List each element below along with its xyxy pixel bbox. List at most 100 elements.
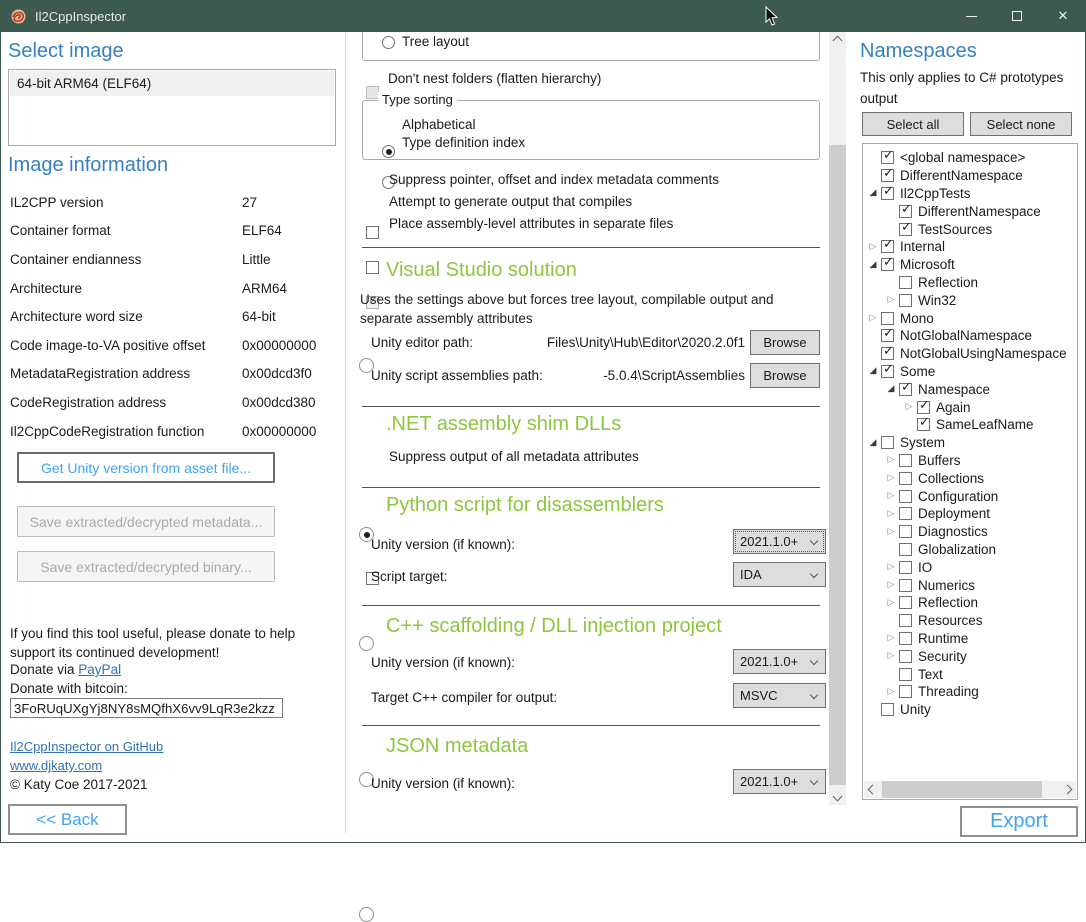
- unity-editor-path-value[interactable]: Files\Unity\Hub\Editor\2020.2.0f1: [490, 335, 745, 350]
- expand-icon[interactable]: ▷: [883, 488, 899, 504]
- namespace-checkbox[interactable]: [881, 312, 894, 325]
- image-list-item[interactable]: 64-bit ARM64 (ELF64): [10, 71, 334, 96]
- tree-item[interactable]: ▷Internal: [863, 238, 1077, 256]
- collapse-icon[interactable]: ◢: [865, 257, 881, 273]
- expand-icon[interactable]: ▷: [883, 559, 899, 575]
- scrollbar-thumb[interactable]: [882, 781, 1042, 798]
- namespace-checkbox[interactable]: [899, 614, 912, 627]
- namespace-checkbox[interactable]: [899, 205, 912, 218]
- tree-item[interactable]: ▷Runtime: [863, 630, 1077, 648]
- compilable-output-checkbox[interactable]: [366, 261, 379, 274]
- select-none-button[interactable]: Select none: [970, 112, 1072, 136]
- namespace-checkbox[interactable]: [899, 276, 912, 289]
- namespace-checkbox[interactable]: [899, 507, 912, 520]
- collapse-icon[interactable]: ◢: [865, 185, 881, 201]
- expand-icon[interactable]: ▷: [883, 630, 899, 646]
- scrollbar-thumb[interactable]: [829, 145, 846, 785]
- export-button[interactable]: Export: [960, 806, 1078, 837]
- tree-item[interactable]: ▷Diagnostics: [863, 523, 1077, 541]
- browse-assemblies-path-button[interactable]: Browse: [750, 363, 820, 388]
- python-script-radio[interactable]: [359, 636, 374, 651]
- output-panel-scrollbar[interactable]: [829, 32, 846, 805]
- namespace-checkbox[interactable]: [899, 668, 912, 681]
- github-link[interactable]: Il2CppInspector on GitHub: [10, 739, 163, 754]
- tree-item[interactable]: Reflection: [863, 274, 1077, 292]
- browse-editor-path-button[interactable]: Browse: [750, 330, 820, 355]
- namespace-checkbox[interactable]: [881, 151, 894, 164]
- expand-icon[interactable]: ▷: [865, 239, 881, 255]
- namespace-checkbox[interactable]: [899, 596, 912, 609]
- namespace-tree[interactable]: <global namespace>DifferentNamespace◢Il2…: [862, 143, 1078, 800]
- tree-item[interactable]: Text: [863, 665, 1077, 683]
- namespace-checkbox[interactable]: [899, 472, 912, 485]
- scroll-right-button[interactable]: [1059, 781, 1076, 798]
- tree-item[interactable]: Resources: [863, 612, 1077, 630]
- expand-icon[interactable]: ▷: [883, 577, 899, 593]
- expand-icon[interactable]: ▷: [883, 648, 899, 664]
- tree-item[interactable]: ◢Some: [863, 363, 1077, 381]
- suppress-metadata-comments-checkbox[interactable]: [366, 226, 379, 239]
- tree-item[interactable]: NotGlobalUsingNamespace: [863, 345, 1077, 363]
- namespace-checkbox[interactable]: [881, 347, 894, 360]
- namespace-checkbox[interactable]: [881, 329, 894, 342]
- expand-icon[interactable]: ▷: [883, 684, 899, 700]
- namespace-checkbox[interactable]: [899, 383, 912, 396]
- expand-icon[interactable]: ▷: [883, 524, 899, 540]
- close-button[interactable]: ✕: [1040, 0, 1086, 32]
- cpp-unity-version-dropdown[interactable]: 2021.1.0+: [733, 649, 826, 674]
- tree-item[interactable]: ▷Mono: [863, 309, 1077, 327]
- tree-item[interactable]: Unity: [863, 701, 1077, 719]
- expand-icon[interactable]: ▷: [883, 595, 899, 611]
- image-listbox[interactable]: 64-bit ARM64 (ELF64): [8, 69, 336, 146]
- script-target-dropdown[interactable]: IDA: [733, 562, 826, 587]
- json-metadata-radio[interactable]: [359, 907, 374, 922]
- namespace-checkbox[interactable]: [899, 490, 912, 503]
- namespace-checkbox[interactable]: [899, 454, 912, 467]
- namespace-checkbox[interactable]: [899, 294, 912, 307]
- website-link[interactable]: www.djkaty.com: [10, 758, 102, 773]
- expand-icon[interactable]: ▷: [883, 452, 899, 468]
- namespace-checkbox[interactable]: [899, 650, 912, 663]
- paypal-link[interactable]: PayPal: [78, 662, 121, 677]
- scroll-down-button[interactable]: [829, 788, 846, 805]
- tree-item[interactable]: ▷Win32: [863, 291, 1077, 309]
- python-unity-version-dropdown[interactable]: 2021.1.0+: [733, 529, 826, 554]
- collapse-icon[interactable]: ◢: [865, 363, 881, 379]
- namespace-checkbox[interactable]: [899, 685, 912, 698]
- tree-item[interactable]: ▷Buffers: [863, 452, 1077, 470]
- bitcoin-address-input[interactable]: 3FoRUqUXgYj8NY8sMQfhX6vv9LqR3e2kzz: [10, 698, 283, 718]
- namespace-checkbox[interactable]: [899, 543, 912, 556]
- expand-icon[interactable]: ▷: [901, 399, 917, 415]
- tree-item[interactable]: ◢Namespace: [863, 380, 1077, 398]
- expand-icon[interactable]: ▷: [883, 292, 899, 308]
- namespace-checkbox[interactable]: [881, 258, 894, 271]
- namespace-checkbox[interactable]: [917, 418, 930, 431]
- expand-icon[interactable]: ▷: [865, 310, 881, 326]
- tree-item[interactable]: DifferentNamespace: [863, 202, 1077, 220]
- namespace-checkbox[interactable]: [899, 632, 912, 645]
- tree-item[interactable]: Globalization: [863, 541, 1077, 559]
- tree-item[interactable]: ◢Il2CppTests: [863, 185, 1077, 203]
- tree-item[interactable]: ▷Configuration: [863, 487, 1077, 505]
- tree-item[interactable]: ▷IO: [863, 558, 1077, 576]
- tree-item[interactable]: ▷Reflection: [863, 594, 1077, 612]
- namespace-checkbox[interactable]: [899, 579, 912, 592]
- tree-item[interactable]: ▷Threading: [863, 683, 1077, 701]
- scroll-up-button[interactable]: [829, 32, 846, 49]
- collapse-icon[interactable]: ◢: [883, 381, 899, 397]
- namespace-checkbox[interactable]: [899, 525, 912, 538]
- cpp-compiler-dropdown[interactable]: MSVC: [733, 683, 826, 708]
- tree-item[interactable]: ▷Again: [863, 398, 1077, 416]
- namespace-checkbox[interactable]: [881, 703, 894, 716]
- script-assemblies-path-value[interactable]: -5.0.4\ScriptAssemblies: [490, 368, 745, 383]
- tree-item[interactable]: ▷Deployment: [863, 505, 1077, 523]
- namespace-checkbox[interactable]: [899, 223, 912, 236]
- namespace-checkbox[interactable]: [881, 187, 894, 200]
- namespace-checkbox[interactable]: [881, 169, 894, 182]
- tree-layout-radio[interactable]: [382, 36, 395, 49]
- tree-item[interactable]: ◢Microsoft: [863, 256, 1077, 274]
- maximize-button[interactable]: [994, 0, 1040, 32]
- select-all-button[interactable]: Select all: [862, 112, 964, 136]
- expand-icon[interactable]: ▷: [883, 506, 899, 522]
- tree-item[interactable]: ▷Numerics: [863, 576, 1077, 594]
